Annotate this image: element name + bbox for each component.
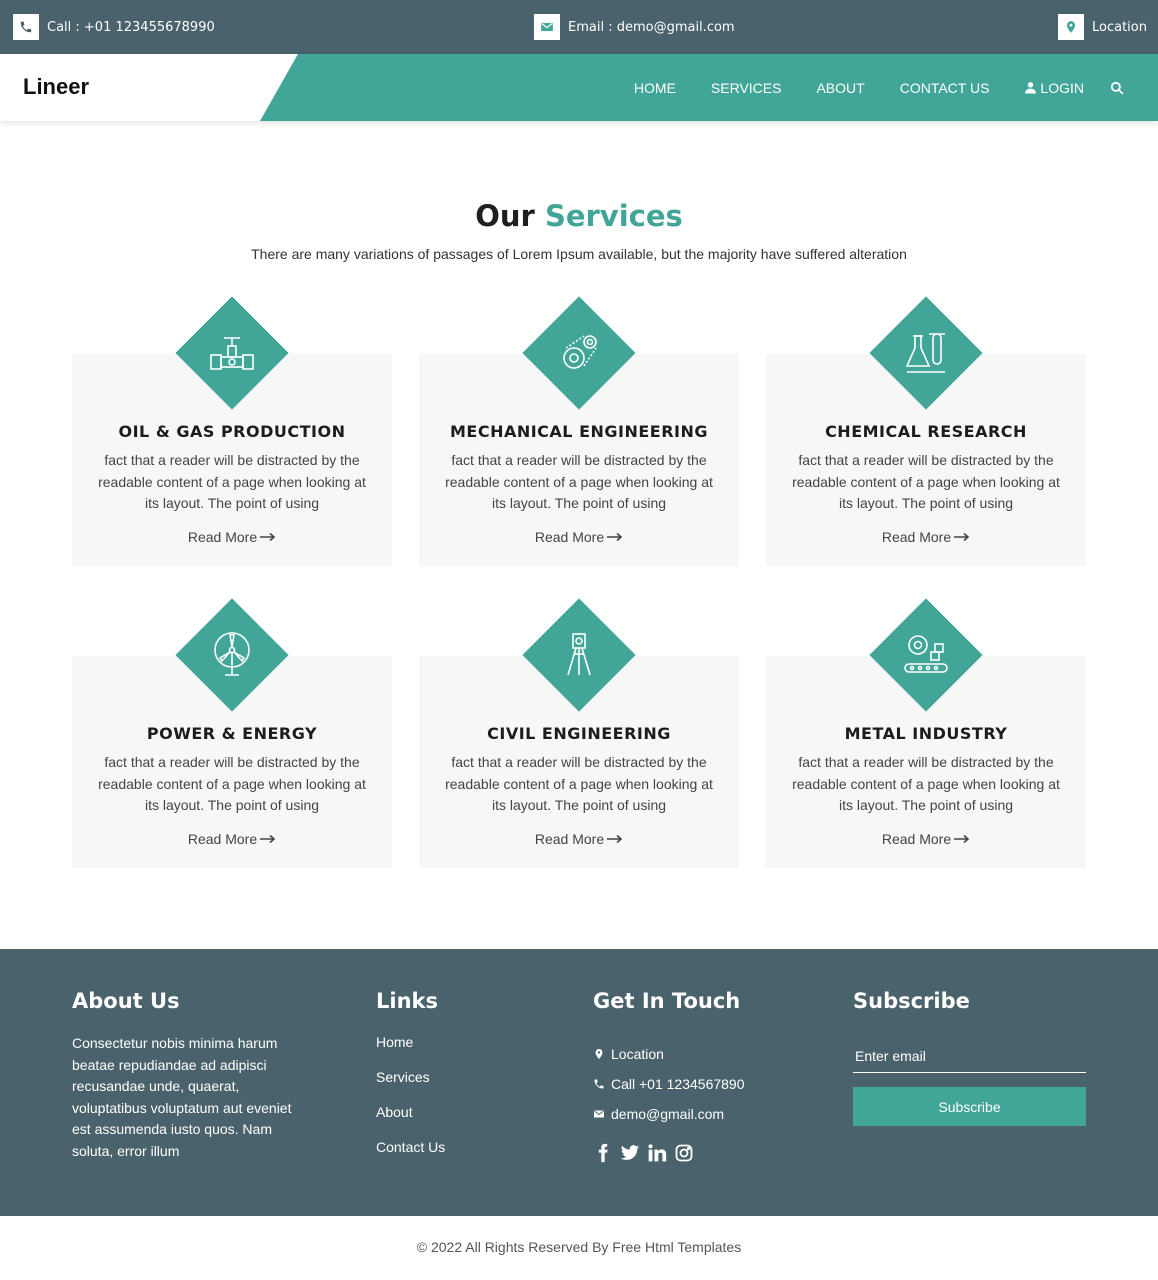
main-navbar: Lineer HOME SERVICES ABOUT CONTACT US LO… xyxy=(0,54,1158,121)
nav-login-label: LOGIN xyxy=(1040,79,1084,96)
footer-link-home[interactable]: Home xyxy=(376,1034,445,1069)
facebook-icon[interactable] xyxy=(592,1142,614,1164)
footer-contact: Location Call +01 1234567890 demo@gmail.… xyxy=(593,1039,745,1129)
footer-location-text: Location xyxy=(611,1046,664,1062)
card-text: fact that a reader will be distracted by… xyxy=(792,754,1060,813)
arrow-right-icon xyxy=(954,532,970,542)
card-text: fact that a reader will be distracted by… xyxy=(98,452,366,511)
top-info-bar: Call : +01 123455678990 Email : demo@gma… xyxy=(0,0,1158,54)
topbar-call-text: Call : +01 123455678990 xyxy=(47,19,215,35)
topbar-call[interactable]: Call : +01 123455678990 xyxy=(13,13,215,41)
footer-contact-call[interactable]: Call +01 1234567890 xyxy=(593,1069,745,1099)
nav-services[interactable]: SERVICES xyxy=(711,80,782,96)
map-marker-icon xyxy=(595,1049,603,1059)
subscribe-button[interactable]: Subscribe xyxy=(853,1087,1086,1126)
map-marker-icon xyxy=(1058,14,1084,40)
read-more-link[interactable]: Read More xyxy=(72,529,392,545)
services-subtitle: There are many variations of passages of… xyxy=(251,246,907,262)
phone-icon xyxy=(13,14,39,40)
footer-about-text: Consectetur nobis minima harum beatae re… xyxy=(72,1035,292,1159)
card-text: fact that a reader will be distracted by… xyxy=(98,754,366,813)
read-more-link[interactable]: Read More xyxy=(72,831,392,847)
card-title: OIL & GAS PRODUCTION xyxy=(118,422,346,441)
brand-logo[interactable]: Lineer xyxy=(23,74,89,100)
flask-tube-icon xyxy=(905,333,945,373)
footer: About Us Consectetur nobis minima harum … xyxy=(0,949,1158,1216)
card-text: fact that a reader will be distracted by… xyxy=(792,452,1060,511)
footer-contact-location[interactable]: Location xyxy=(593,1039,745,1069)
service-card-civil: CIVIL ENGINEERING fact that a reader wil… xyxy=(419,598,739,868)
read-more-label: Read More xyxy=(534,831,605,847)
linkedin-icon[interactable] xyxy=(646,1142,668,1164)
footer-link-about[interactable]: About xyxy=(376,1104,445,1139)
read-more-label: Read More xyxy=(187,831,258,847)
nav-contact[interactable]: CONTACT US xyxy=(900,80,990,96)
card-title: POWER & ENERGY xyxy=(146,724,318,743)
copyright-text: © 2022 All Rights Reserved By Free Html … xyxy=(416,1239,742,1255)
read-more-label: Read More xyxy=(534,529,605,545)
read-more-link[interactable]: Read More xyxy=(419,529,739,545)
card-title: METAL INDUSTRY xyxy=(844,724,1008,743)
nav-about[interactable]: ABOUT xyxy=(816,80,864,96)
topbar-email-text: Email : demo@gmail.com xyxy=(568,19,735,35)
search-icon[interactable] xyxy=(1110,80,1126,96)
card-text: fact that a reader will be distracted by… xyxy=(445,452,713,511)
footer-links-heading: Links xyxy=(376,989,438,1013)
card-title: CIVIL ENGINEERING xyxy=(487,724,671,743)
footer-about-heading: About Us xyxy=(72,989,180,1013)
envelope-icon xyxy=(534,14,560,40)
footer-link-contact[interactable]: Contact Us xyxy=(376,1139,445,1174)
instagram-icon[interactable] xyxy=(673,1142,695,1164)
read-more-link[interactable]: Read More xyxy=(419,831,739,847)
service-card-chemical: CHEMICAL RESEARCH fact that a reader wil… xyxy=(766,296,1086,566)
service-card-oil-gas: OIL & GAS PRODUCTION fact that a reader … xyxy=(72,296,392,566)
footer-contact-email[interactable]: demo@gmail.com xyxy=(593,1099,745,1129)
topbar-location[interactable]: Location xyxy=(1058,13,1147,41)
topbar-location-text: Location xyxy=(1092,19,1147,35)
footer-email-text: demo@gmail.com xyxy=(611,1106,725,1122)
arrow-right-icon xyxy=(607,532,623,542)
services-heading: Our Services xyxy=(0,199,1158,233)
twitter-icon[interactable] xyxy=(619,1142,641,1164)
arrow-right-icon xyxy=(954,834,970,844)
gears-chain-icon xyxy=(563,335,597,369)
footer-contact-heading: Get In Touch xyxy=(593,989,741,1013)
arrow-right-icon xyxy=(260,834,276,844)
subscribe-email-input[interactable] xyxy=(853,1039,1086,1073)
arrow-right-icon xyxy=(607,834,623,844)
surveyor-tripod-icon xyxy=(567,633,591,676)
service-card-mechanical: MECHANICAL ENGINEERING fact that a reade… xyxy=(419,296,739,566)
read-more-label: Read More xyxy=(881,529,952,545)
envelope-icon xyxy=(594,1110,604,1118)
valve-pipe-icon xyxy=(210,337,254,370)
nav-login[interactable]: LOGIN xyxy=(1024,80,1084,96)
service-card-metal: METAL INDUSTRY fact that a reader will b… xyxy=(766,598,1086,868)
topbar-email[interactable]: Email : demo@gmail.com xyxy=(534,13,735,41)
footer-link-services[interactable]: Services xyxy=(376,1069,445,1104)
phone-icon xyxy=(594,1079,604,1089)
footer-subscribe-heading: Subscribe xyxy=(853,989,970,1013)
read-more-link[interactable]: Read More xyxy=(766,831,1086,847)
read-more-link[interactable]: Read More xyxy=(766,529,1086,545)
read-more-label: Read More xyxy=(187,529,258,545)
footer-call-text: Call +01 1234567890 xyxy=(611,1076,745,1092)
card-title: CHEMICAL RESEARCH xyxy=(825,422,1027,441)
card-text: fact that a reader will be distracted by… xyxy=(445,754,713,813)
footer-links: Home Services About Contact Us xyxy=(376,1034,445,1174)
social-links xyxy=(592,1142,700,1164)
service-card-power: POWER & ENERGY fact that a reader will b… xyxy=(72,598,392,868)
card-title: MECHANICAL ENGINEERING xyxy=(449,422,709,441)
nav-menu: HOME SERVICES ABOUT CONTACT US LOGIN xyxy=(599,54,1126,121)
services-heading-part1: Our xyxy=(475,199,535,233)
conveyor-gear-icon xyxy=(904,635,948,673)
services-heading-part2: Services xyxy=(544,199,683,233)
wind-turbine-icon xyxy=(214,632,250,676)
nav-home[interactable]: HOME xyxy=(634,80,676,96)
read-more-label: Read More xyxy=(881,831,952,847)
arrow-right-icon xyxy=(260,532,276,542)
user-icon xyxy=(1025,82,1037,94)
